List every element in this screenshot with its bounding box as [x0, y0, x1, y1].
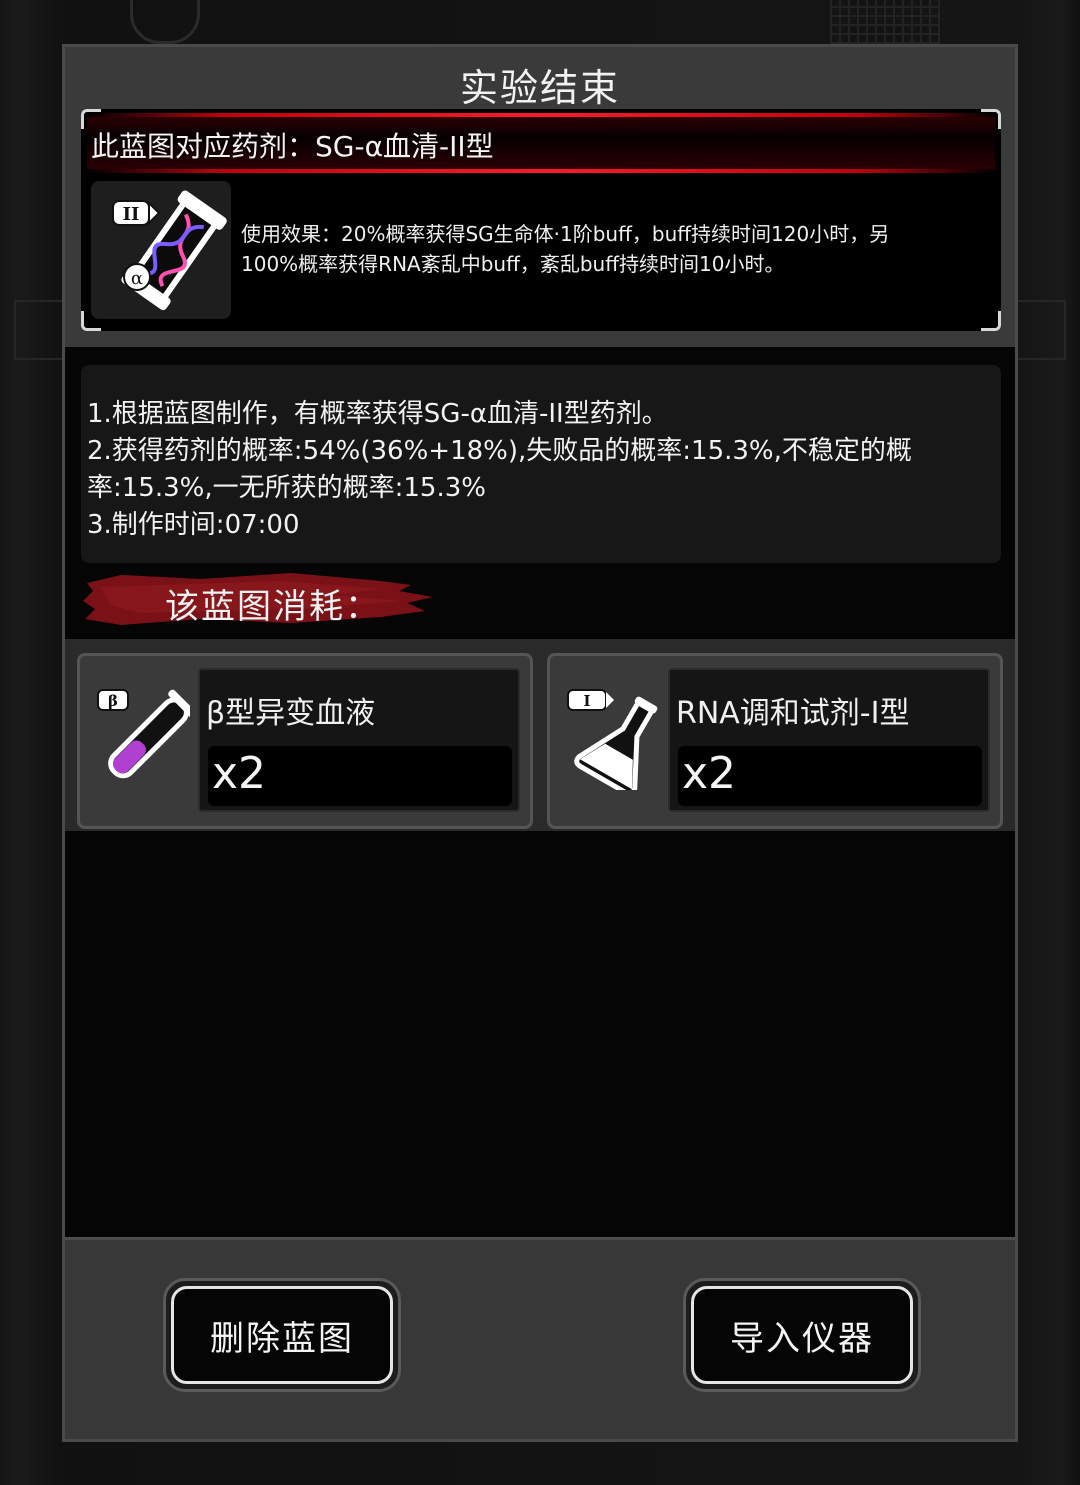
heading-red-line-bottom	[87, 169, 995, 173]
svg-text:II: II	[123, 204, 140, 225]
materials-area: β β型异变血液 x2 I RNA调和试剂-I型 x2	[65, 639, 1015, 1243]
dialog-header-area: 实验结束 此蓝图对应药剂：SG-α血清-II型 II α 使用效果：20%概率获…	[65, 47, 1015, 347]
frame-corner-bottom-right	[981, 311, 1001, 331]
svg-text:α: α	[131, 268, 143, 289]
delete-blueprint-button-frame: 删除蓝图	[163, 1278, 401, 1392]
description-line: 2.获得药剂的概率:54%(36%+18%),失败品的概率:15.3%,不稳定的…	[87, 436, 912, 466]
description-line: 3.制作时间:07:00	[87, 510, 300, 540]
flask-icon: I	[567, 689, 658, 790]
test-tube-icon: β	[97, 689, 190, 779]
background-grid-decoration	[830, 0, 940, 44]
effect-line: 使用效果：20%概率获得SG生命体·1阶buff，buff持续时间120小时，另	[241, 222, 890, 246]
frame-corner-top-right	[981, 109, 1001, 129]
material-info: RNA调和试剂-I型 x2	[668, 668, 990, 812]
consumption-banner: 该蓝图消耗：	[81, 569, 441, 631]
consumption-label: 该蓝图消耗：	[165, 587, 381, 627]
material-qty-box: x2	[678, 746, 982, 806]
material-qty-box: x2	[208, 746, 512, 806]
material-card-beta-blood[interactable]: β β型异变血液 x2	[77, 653, 533, 829]
blueprint-info-card: 此蓝图对应药剂：SG-α血清-II型 II α 使用效果：20%概率获得SG生命…	[81, 109, 1001, 331]
experiment-result-dialog: 实验结束 此蓝图对应药剂：SG-α血清-II型 II α 使用效果：20%概率获…	[62, 44, 1018, 1442]
blueprint-description-box: 1.根据蓝图制作，有概率获得SG-α血清-II型药剂。 2.获得药剂的概率:54…	[81, 365, 1001, 563]
description-line: 1.根据蓝图制作，有概率获得SG-α血清-II型药剂。	[87, 399, 668, 429]
material-name: RNA调和试剂-I型	[676, 696, 910, 731]
import-instrument-button-frame: 导入仪器	[683, 1278, 921, 1392]
svg-text:β: β	[108, 692, 118, 710]
import-instrument-button[interactable]: 导入仪器	[691, 1286, 913, 1384]
tier-badge: II	[112, 200, 161, 226]
effect-line: 100%概率获得RNA紊乱中buff，紊乱buff持续时间10小时。	[241, 252, 785, 276]
dialog-title: 实验结束	[459, 66, 620, 110]
dialog-footer: 删除蓝图 导入仪器	[65, 1237, 1015, 1439]
svg-text:I: I	[583, 692, 590, 710]
material-card-rna-reagent[interactable]: I RNA调和试剂-I型 x2	[547, 653, 1003, 829]
delete-blueprint-button[interactable]: 删除蓝图	[171, 1286, 393, 1384]
background-bracket-right	[1018, 300, 1066, 360]
material-name: β型异变血液	[206, 696, 376, 731]
material-quantity: x2	[212, 748, 267, 799]
material-info: β型异变血液 x2	[198, 668, 520, 812]
serum-vial-icon: II α	[112, 190, 227, 311]
heading-red-line-top	[87, 113, 995, 117]
background-bracket-left	[14, 300, 62, 360]
description-line: 率:15.3%,一无所获的概率:15.3%	[87, 473, 486, 503]
serum-item-slot: II α	[91, 181, 231, 319]
effect-description: 使用效果：20%概率获得SG生命体·1阶buff，buff持续时间120小时，另…	[241, 219, 961, 279]
blueprint-heading: 此蓝图对应药剂：SG-α血清-II型	[91, 130, 494, 163]
material-quantity: x2	[682, 748, 737, 799]
